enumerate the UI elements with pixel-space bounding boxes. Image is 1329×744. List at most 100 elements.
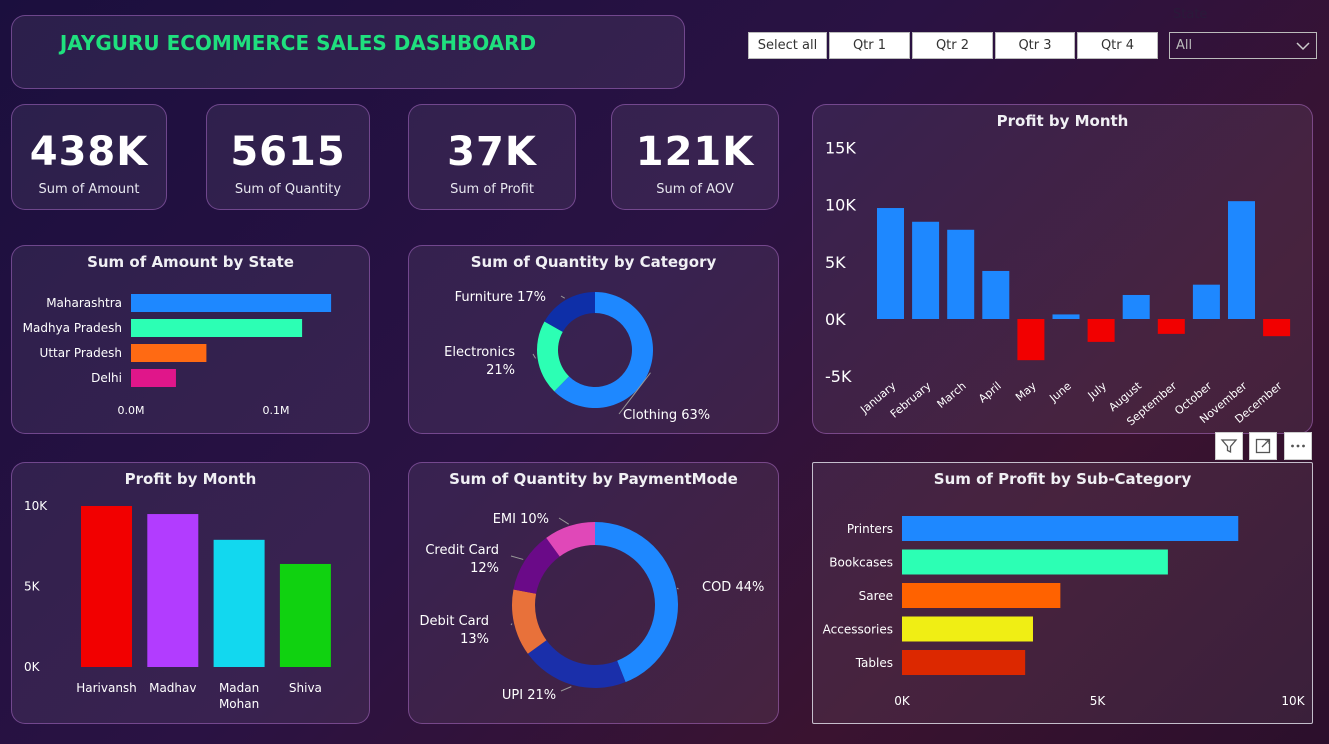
amount-by-state-chart: Maharashtra Madhya Pradesh Uttar Pradesh De… [23, 294, 332, 417]
subcategory-bar [902, 650, 1026, 675]
person-bar [279, 563, 331, 667]
quantity-by-paymentmode-chart: COD 44% UPI 21% Debit Card 13% Credit Card 12… [419, 512, 764, 703]
x-tick-label: July [1085, 379, 1110, 403]
state-dropdown[interactable]: All [1169, 32, 1317, 59]
subcategory-bar [902, 516, 1239, 541]
kpi-quantity-label: Sum of Quantity [234, 182, 342, 197]
x-tick-label: 5K [1090, 694, 1107, 708]
category-label: Electronics [444, 345, 515, 360]
y-tick-label: 10K [24, 499, 48, 513]
x-tick-label: Harivansh [76, 681, 137, 695]
state-bar [131, 319, 303, 337]
slicer-qtr2-button[interactable]: Qtr 2 [912, 32, 993, 59]
profit-by-month-card: Profit by Month 15K 10K 5K 0K -5K January Febr… [812, 104, 1313, 434]
x-tick-label: 0.1M [263, 404, 290, 417]
x-tick-label: 10K [1281, 694, 1305, 708]
y-tick-label: 15K [825, 138, 856, 157]
subcategory-label: Bookcases [829, 556, 893, 570]
x-tick-label: 0K [894, 694, 911, 708]
paymentmode-leader-line [510, 555, 524, 560]
category-leader-line [560, 295, 565, 299]
month-bar [1052, 314, 1080, 319]
profit-by-subcategory-chart: Printers Bookcases Saree Accessories Tables 0… [823, 516, 1306, 708]
y-tick-label: 5K [825, 253, 846, 272]
kpi-profit-value: 37K [447, 129, 537, 175]
month-bar [1263, 319, 1291, 337]
kpi-card-quantity: 5615 Sum of Quantity [206, 104, 370, 210]
kpi-card-aov: 121K Sum of AOV [611, 104, 779, 210]
y-tick-label: 0K [24, 660, 41, 674]
subcategory-label: Printers [847, 522, 893, 536]
paymentmode-leader-line [558, 517, 570, 525]
month-bar [877, 208, 904, 319]
subcategory-label: Tables [855, 656, 893, 670]
state-label: Uttar Pradesh [40, 346, 122, 360]
kpi-profit-label: Sum of Profit [450, 182, 534, 197]
slicer-select-all-button[interactable]: Select all [748, 32, 827, 59]
slicer-qtr3-button[interactable]: Qtr 3 [995, 32, 1075, 59]
profit-by-month-chart: 15K10K5K0K-5KJanuaryFebruary March April Ma… [825, 138, 1291, 428]
state-label: Maharashtra [46, 296, 122, 310]
month-bar [982, 270, 1010, 319]
category-label: Furniture 17% [455, 290, 546, 305]
more-options-icon [1291, 444, 1305, 448]
more-options-icon-button[interactable] [1284, 432, 1312, 460]
quantity-by-category-chart: Clothing 63% Electronics 21% Furniture 17% [444, 290, 710, 423]
kpi-quantity-value: 5615 [230, 129, 346, 175]
paymentmode-label: 12% [470, 561, 499, 576]
profit-by-person-chart: 10K 5K 0K Harivansh Madhav Madan Mohan Shiva [24, 499, 331, 711]
slicer-qtr4-button[interactable]: Qtr 4 [1077, 32, 1158, 59]
kpi-card-amount: 438K Sum of Amount [11, 104, 167, 210]
month-bar [1087, 319, 1115, 342]
x-tick-label: June [1046, 379, 1074, 405]
quantity-by-paymentmode-card: Sum of Quantity by PaymentMode COD 44% UP… [408, 462, 779, 724]
x-tick-label: Shiva [289, 681, 322, 695]
quantity-by-category-card: Sum of Quantity by Category Clothing 63%… [408, 245, 779, 434]
paymentmode-leader-line [676, 587, 679, 590]
paymentmode-slice [595, 522, 678, 683]
month-bar [1228, 201, 1255, 319]
x-tick-label: Mohan [219, 697, 259, 711]
focus-mode-icon-button[interactable] [1249, 432, 1277, 460]
month-bar [1192, 284, 1220, 319]
kpi-aov-value: 121K [635, 129, 755, 175]
y-tick-label: -5K [825, 367, 852, 386]
subcategory-bar [902, 616, 1033, 642]
profit-by-person-card: Profit by Month 10K 5K 0K Harivansh Madhav Ma… [11, 462, 370, 724]
filter-icon [1220, 439, 1238, 454]
kpi-aov-label: Sum of AOV [656, 182, 734, 197]
state-label: Delhi [91, 371, 122, 385]
x-tick-label: Madhav [149, 681, 196, 695]
category-label: 21% [486, 363, 515, 378]
filter-icon-button[interactable] [1215, 432, 1243, 460]
kpi-amount-value: 438K [29, 129, 149, 175]
subcategory-bar [902, 583, 1061, 608]
y-tick-label: 0K [825, 310, 846, 329]
subcategory-label: Saree [859, 589, 893, 603]
dashboard-title: JAYGURU ECOMMERCE SALES DASHBOARD [59, 31, 537, 55]
paymentmode-label: EMI 10% [493, 512, 549, 527]
subcategory-label: Accessories [823, 623, 893, 637]
paymentmode-label: UPI 21% [502, 688, 556, 703]
state-slicer-label: State [1173, 7, 1208, 22]
x-tick-label: Madan [219, 681, 259, 695]
x-tick-label: May [1013, 379, 1039, 404]
chevron-down-icon [1296, 42, 1310, 51]
profit-by-subcategory-card[interactable]: Sum of Profit by Sub-Category Printers Bo… [812, 462, 1313, 724]
kpi-amount-label: Sum of Amount [38, 182, 140, 197]
state-bar [131, 294, 332, 312]
state-label: Madhya Pradesh [23, 321, 122, 335]
month-bar [912, 221, 940, 319]
x-tick-label: 0.0M [118, 404, 145, 417]
month-bar [1017, 319, 1045, 361]
person-bar [147, 514, 199, 667]
paymentmode-label: COD 44% [702, 580, 764, 595]
category-slice [537, 321, 570, 392]
kpi-card-profit: 37K Sum of Profit [408, 104, 576, 210]
category-leader-line [532, 353, 537, 359]
month-bar [1157, 319, 1185, 334]
paymentmode-slice [527, 640, 626, 688]
person-bar [213, 539, 265, 667]
slicer-qtr1-button[interactable]: Qtr 1 [829, 32, 910, 59]
subcategory-bar [902, 549, 1168, 575]
